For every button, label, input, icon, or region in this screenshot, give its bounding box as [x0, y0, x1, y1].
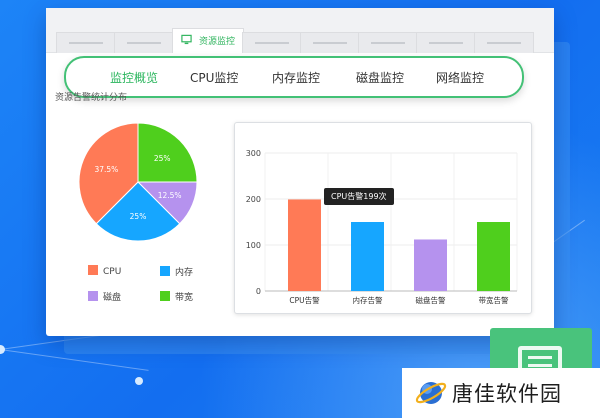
- top-tab[interactable]: [358, 32, 418, 53]
- top-tab-bar: 资源监控: [46, 8, 554, 53]
- legend-swatch: [88, 265, 98, 275]
- pie-slice-label: 25%: [154, 154, 171, 163]
- y-tick-label: 200: [246, 195, 261, 204]
- x-tick-label: 带宽告警: [479, 295, 509, 305]
- top-tab[interactable]: [56, 32, 116, 53]
- legend-swatch: [160, 291, 170, 301]
- pie-slice: [137, 122, 198, 183]
- legend-item-bandwidth: 带宽: [160, 290, 193, 303]
- legend-item-disk: 磁盘: [88, 290, 121, 303]
- legend-item-memory: 内存: [160, 265, 193, 278]
- chart-tooltip: CPU告警199次: [324, 188, 394, 205]
- bar: [477, 222, 510, 291]
- alert-pie-chart: 25% 12.5% 25% 37.5%: [78, 122, 198, 242]
- top-tab[interactable]: [416, 32, 476, 53]
- legend-label: 带宽: [175, 293, 194, 303]
- legend-label: CPU: [103, 267, 122, 277]
- top-tab[interactable]: [474, 32, 534, 53]
- legend-label: 磁盘: [103, 293, 122, 303]
- y-tick-label: 300: [246, 149, 261, 158]
- watermark: 唐佳软件园: [402, 368, 600, 418]
- decor-node: [135, 377, 143, 385]
- bar: [288, 199, 321, 291]
- alert-bar-chart-card: 0 100 200 300 CPU告警 内存告警 磁盘告警 带宽告警: [234, 122, 532, 314]
- nav-item-overview[interactable]: 监控概览: [110, 69, 158, 86]
- pie-slice-label: 12.5%: [158, 191, 182, 200]
- bar: [351, 222, 384, 291]
- alert-bar-chart: 0 100 200 300 CPU告警 内存告警 磁盘告警 带宽告警: [246, 149, 518, 305]
- top-tab[interactable]: [242, 32, 302, 53]
- monitor-icon: [181, 34, 192, 45]
- x-tick-label: CPU告警: [289, 295, 320, 305]
- bar: [414, 239, 447, 291]
- nav-item-network[interactable]: 网络监控: [436, 69, 484, 86]
- section-title: 资源告警统计分布: [55, 93, 128, 103]
- legend-swatch: [160, 266, 170, 276]
- x-tick-label: 磁盘告警: [416, 295, 446, 305]
- y-tick-label: 100: [246, 241, 261, 250]
- pie-slice-label: 25%: [130, 212, 147, 221]
- nav-item-cpu[interactable]: CPU监控: [190, 69, 238, 86]
- nav-item-disk[interactable]: 磁盘监控: [356, 69, 404, 86]
- legend-swatch: [88, 291, 98, 301]
- legend-label: 内存: [175, 268, 194, 278]
- monitor-nav: 监控概览 CPU监控 内存监控 磁盘监控 网络监控: [64, 56, 524, 98]
- top-tab-label: 资源监控: [199, 37, 236, 47]
- top-tab[interactable]: [300, 32, 360, 53]
- watermark-text: 唐佳软件园: [452, 382, 562, 406]
- pie-slice-label: 37.5%: [94, 165, 118, 174]
- legend-item-cpu: CPU: [88, 265, 121, 277]
- x-tick-label: 内存告警: [353, 295, 383, 305]
- top-tab-active[interactable]: 资源监控: [172, 28, 244, 53]
- top-tab[interactable]: [114, 32, 174, 53]
- planet-logo-icon: [415, 382, 447, 404]
- nav-item-memory[interactable]: 内存监控: [272, 69, 320, 86]
- y-tick-label: 0: [256, 287, 261, 296]
